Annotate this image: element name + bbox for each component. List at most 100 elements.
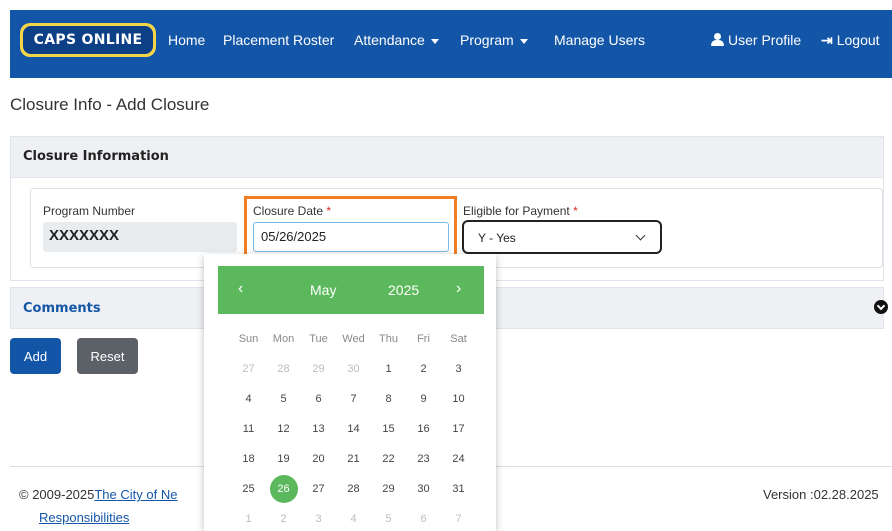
- eligible-for-payment-select[interactable]: Y - Yes: [462, 220, 662, 254]
- weekday-label: Wed: [342, 333, 365, 345]
- day-cell[interactable]: 8: [371, 384, 406, 414]
- day-cell[interactable]: 25: [231, 474, 266, 504]
- day-cell[interactable]: 3: [301, 504, 336, 531]
- week-row: 4 5 6 7 8 9 10: [231, 384, 477, 414]
- day-cell[interactable]: 28: [266, 354, 301, 384]
- day-cell[interactable]: 9: [406, 384, 441, 414]
- day-cell[interactable]: 5: [371, 504, 406, 531]
- day-cell[interactable]: 21: [336, 444, 371, 474]
- day-cell[interactable]: 22: [371, 444, 406, 474]
- day-cell[interactable]: 19: [266, 444, 301, 474]
- next-month-icon[interactable]: ›: [456, 280, 461, 298]
- day-cell[interactable]: 16: [406, 414, 441, 444]
- user-icon: [711, 33, 724, 46]
- datepicker-popup: ‹ May 2025 › Sun Mon Tue Wed Thu Fri Sat 27 28 29…: [204, 254, 496, 531]
- day-cell[interactable]: 13: [301, 414, 336, 444]
- day-cell[interactable]: 29: [371, 474, 406, 504]
- footer-copyright: © 2009-2025The City of Ne: [19, 487, 177, 502]
- day-number: 29: [382, 483, 395, 495]
- day-cell[interactable]: 7: [441, 504, 476, 531]
- day-number: 3: [315, 513, 322, 525]
- day-cell[interactable]: 18: [231, 444, 266, 474]
- day-number: 5: [280, 393, 287, 405]
- day-cell[interactable]: 24: [441, 444, 476, 474]
- nav-manage-users-link[interactable]: Manage Users: [554, 32, 645, 48]
- day-number: 1: [245, 513, 252, 525]
- datepicker-year[interactable]: 2025: [388, 282, 419, 298]
- eligible-label-text: Eligible for Payment: [463, 204, 570, 218]
- day-cell[interactable]: 28: [336, 474, 371, 504]
- datepicker-month[interactable]: May: [310, 282, 336, 298]
- day-cell[interactable]: 20: [301, 444, 336, 474]
- day-cell[interactable]: 30: [336, 354, 371, 384]
- nav-program-label: Program: [460, 32, 514, 48]
- nav-attendance-dropdown[interactable]: Attendance: [354, 32, 439, 48]
- nav-program-dropdown[interactable]: Program: [460, 32, 528, 48]
- responsibilities-link[interactable]: Responsibilities: [39, 510, 129, 525]
- day-cell[interactable]: 27: [231, 354, 266, 384]
- day-number: 7: [350, 393, 357, 405]
- day-cell[interactable]: 3: [441, 354, 476, 384]
- day-number: 30: [417, 483, 430, 495]
- day-cell[interactable]: 11: [231, 414, 266, 444]
- day-cell[interactable]: 5: [266, 384, 301, 414]
- add-button[interactable]: Add: [10, 338, 61, 374]
- day-cell[interactable]: 29: [301, 354, 336, 384]
- day-number: 21: [347, 453, 360, 465]
- day-cell[interactable]: 14: [336, 414, 371, 444]
- week-row: 27 28 29 30 1 2 3: [231, 354, 477, 384]
- closure-date-label-text: Closure Date: [253, 204, 324, 218]
- day-cell[interactable]: 2: [406, 354, 441, 384]
- datepicker-grid: Sun Mon Tue Wed Thu Fri Sat 27 28 29 30 1 2 3 4 5 6 7 8 9 10…: [231, 324, 477, 531]
- day-number: 13: [312, 423, 325, 435]
- selected-day-cell[interactable]: 26: [266, 474, 301, 504]
- caps-online-logo[interactable]: CAPS ONLINE: [20, 23, 156, 57]
- expand-circle-icon[interactable]: [874, 300, 888, 314]
- day-number: 28: [277, 363, 290, 375]
- day-cell[interactable]: 31: [441, 474, 476, 504]
- day-cell[interactable]: 1: [371, 354, 406, 384]
- prev-month-icon[interactable]: ‹: [238, 280, 243, 298]
- day-cell[interactable]: 7: [336, 384, 371, 414]
- nav-placement-roster-link[interactable]: Placement Roster: [223, 32, 334, 48]
- required-asterisk: *: [573, 204, 578, 218]
- day-number: 26: [269, 475, 298, 503]
- day-number: 3: [455, 363, 462, 375]
- day-cell[interactable]: 1: [231, 504, 266, 531]
- day-cell[interactable]: 6: [301, 384, 336, 414]
- day-cell[interactable]: 4: [336, 504, 371, 531]
- day-number: 2: [420, 363, 427, 375]
- day-cell[interactable]: 4: [231, 384, 266, 414]
- day-cell[interactable]: 12: [266, 414, 301, 444]
- week-row: 11 12 13 14 15 16 17: [231, 414, 477, 444]
- day-cell[interactable]: 2: [266, 504, 301, 531]
- day-cell[interactable]: 15: [371, 414, 406, 444]
- weekday-label: Tue: [309, 333, 328, 345]
- nav-home-link[interactable]: Home: [168, 32, 205, 48]
- city-link[interactable]: The City of Ne: [94, 487, 177, 502]
- day-cell[interactable]: 27: [301, 474, 336, 504]
- day-number: 29: [312, 363, 325, 375]
- day-number: 28: [347, 483, 360, 495]
- program-number-field: XXXXXXX: [43, 222, 237, 252]
- nav-user-profile-link[interactable]: User Profile: [711, 32, 801, 48]
- logout-label: Logout: [836, 32, 880, 48]
- day-number: 17: [452, 423, 465, 435]
- day-cell[interactable]: 17: [441, 414, 476, 444]
- weekday-label: Fri: [417, 333, 430, 345]
- day-number: 14: [347, 423, 360, 435]
- day-number: 31: [452, 483, 465, 495]
- day-number: 10: [452, 393, 465, 405]
- day-cell[interactable]: 6: [406, 504, 441, 531]
- day-cell[interactable]: 23: [406, 444, 441, 474]
- day-cell[interactable]: 30: [406, 474, 441, 504]
- caret-down-icon: [519, 38, 528, 44]
- required-asterisk: *: [326, 204, 332, 218]
- logout-icon: ⇥: [821, 32, 833, 48]
- reset-button[interactable]: Reset: [77, 338, 138, 374]
- day-cell[interactable]: 10: [441, 384, 476, 414]
- nav-logout-link[interactable]: ⇥ Logout: [821, 32, 880, 49]
- day-number: 30: [347, 363, 360, 375]
- closure-date-input[interactable]: 05/26/2025: [253, 222, 449, 252]
- closure-date-label: Closure Date *: [253, 204, 331, 218]
